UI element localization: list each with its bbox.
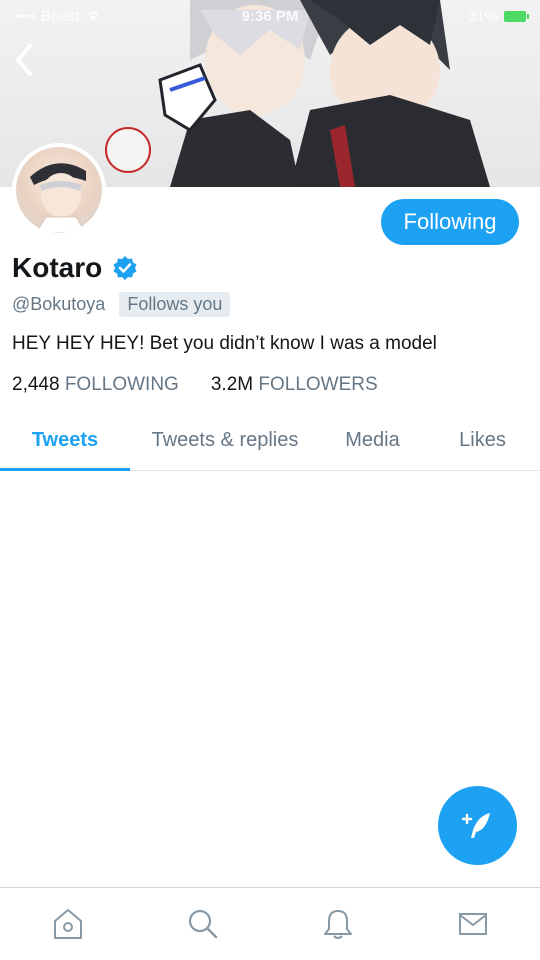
handle-row: @Bokutoya Follows you: [12, 292, 231, 317]
following-button[interactable]: Following: [381, 199, 519, 245]
profile-avatar[interactable]: [12, 143, 106, 237]
nav-home[interactable]: [38, 894, 98, 954]
tab-label: Media: [345, 428, 400, 451]
status-bar: •••• Boost 9:36 PM 31%: [0, 0, 540, 32]
wifi-icon: [85, 8, 101, 25]
status-left: •••• Boost: [14, 8, 101, 25]
notifications-icon: [323, 910, 352, 939]
tab-likes[interactable]: Likes: [425, 410, 540, 470]
bottom-nav-bar: [0, 887, 540, 960]
following-label: FOLLOWING: [64, 374, 179, 395]
battery-percent: 31%: [467, 7, 498, 25]
tab-tweets[interactable]: Tweets: [0, 410, 130, 471]
follows-you-badge: Follows you: [119, 292, 231, 317]
followers-stat[interactable]: 3.2M FOLLOWERS: [211, 374, 378, 396]
tab-label: Tweets: [31, 428, 99, 451]
display-name: Kotaro: [12, 252, 103, 283]
nav-messages[interactable]: [443, 894, 503, 954]
nav-search[interactable]: [173, 894, 233, 954]
compose-tweet-button[interactable]: [438, 786, 517, 865]
back-button[interactable]: [10, 40, 40, 80]
tab-tweets-and-replies[interactable]: Tweets & replies: [130, 410, 320, 470]
following-count: 2,448: [12, 374, 60, 395]
carrier-label: Boost: [41, 7, 80, 25]
tab-label: Tweets & replies: [151, 428, 299, 451]
profile-bio: HEY HEY HEY! Bet you didn’t know I was a…: [12, 333, 437, 354]
messages-icon: [458, 913, 487, 935]
profile-stats: 2,448 FOLLOWING 3.2M FOLLOWERS: [12, 374, 378, 396]
profile-tabs: Tweets Tweets & replies Media Likes: [0, 410, 540, 471]
verified-badge-icon: [113, 256, 137, 280]
tab-media[interactable]: Media: [320, 410, 425, 470]
signal-icon: ••••: [14, 7, 36, 25]
chevron-left-icon: [16, 44, 32, 76]
search-icon: [188, 909, 217, 939]
name-row: Kotaro: [12, 252, 138, 284]
user-handle: @Bokutoya: [12, 294, 106, 314]
home-icon: [53, 909, 82, 939]
followers-label: FOLLOWERS: [258, 374, 378, 395]
following-stat[interactable]: 2,448 FOLLOWING: [12, 374, 179, 396]
status-right: 31%: [467, 7, 529, 25]
battery-icon: [504, 10, 529, 22]
status-time: 9:36 PM: [241, 7, 299, 25]
followers-count: 3.2M: [210, 374, 254, 395]
avatar-image: [16, 147, 102, 233]
tab-label: Likes: [459, 428, 506, 451]
nav-notifications[interactable]: [308, 894, 368, 954]
compose-feather-icon: [461, 812, 490, 838]
